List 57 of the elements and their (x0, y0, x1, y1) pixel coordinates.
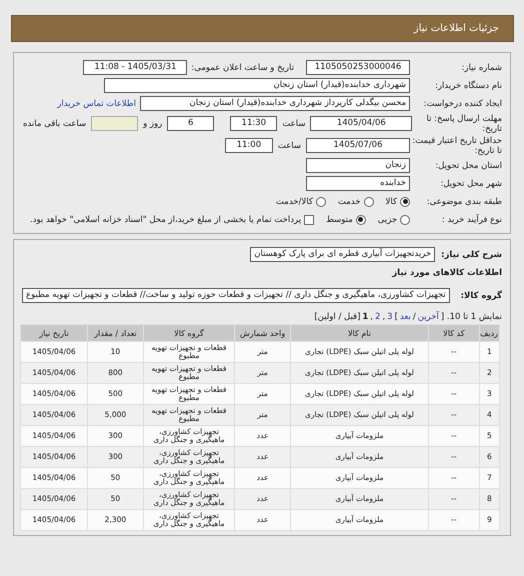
deadline-time-field: 11:30 (230, 116, 278, 131)
process-radio[interactable]: متوسط (326, 214, 366, 224)
field-label: شرح کلی نیاز: (441, 250, 502, 260)
deadline-date-field: 1405/04/06 (310, 116, 412, 131)
column-header: تاریخ نیاز (20, 324, 88, 342)
remaining-label: ساعت باقی مانده (23, 118, 86, 128)
city-field: خدابنده (306, 176, 410, 191)
summary-field: خریدتجهیزات آبیاری قطره ای برای پارک کوهستان (250, 247, 436, 262)
field-label: گروه کالا: (460, 290, 502, 300)
treasury-checkbox[interactable]: پرداخت تمام یا بخشی از مبلغ خرید،از محل "اسناد خزانه اسلامی" خواهد بود. (30, 214, 314, 224)
pager-text: , (382, 312, 386, 322)
process-radio[interactable]: جزیی (378, 214, 410, 224)
field-label: تاریخ و ساعت اعلان عمومی: (191, 62, 294, 72)
section-heading: اطلاعات کالاهای مورد نیاز (392, 268, 502, 278)
pager-text: نمایش 1 تا 10. [ (440, 312, 502, 322)
pager-text: [قبل / اولین] (314, 312, 360, 322)
buyer-field: شهرداری خدابنده(قیدار) استان زنجان (104, 78, 410, 93)
need-number-field: 1105050253000046 (306, 60, 410, 75)
field-label: شماره نیاز: (460, 62, 502, 72)
category-radio[interactable]: کالا (386, 196, 410, 206)
page-link[interactable]: بعد (400, 312, 411, 322)
days-label: روز و (143, 118, 162, 128)
page-link[interactable]: آخرین (418, 312, 439, 322)
field-label: ایجاد کننده درخواست: (422, 98, 502, 108)
category-radio[interactable]: خدمت (338, 196, 374, 206)
goods-group-field: تجهیزات کشاورزی، ماهیگیری و جنگل داری // تجهیزات و قطعات حوزه تولید و ساخت// قطعات و تجهیزات تهویه مطبوع (22, 288, 450, 303)
page-title: جزئیات اطلاعات نیاز (414, 23, 499, 34)
validity-date-field: 1405/07/06 (306, 138, 410, 153)
current-page: 1 (362, 312, 368, 322)
pager-text: ] (394, 312, 398, 322)
field-label: حداقل تاریخ اعتبار قیمت: تا تاریخ: (411, 136, 502, 156)
field-label: طبقه بندی موضوعی: (426, 196, 502, 206)
buyer-contact-link[interactable]: اطلاعات تماس خریدار (57, 98, 136, 108)
field-label: مهلت ارسال پاسخ: تا تاریخ: (426, 114, 502, 134)
column-header: گروه کالا (143, 324, 235, 342)
page-link[interactable]: 2 (375, 312, 380, 322)
page-link[interactable]: 3 (387, 312, 393, 322)
field-label: شهر محل تحویل: (439, 178, 502, 188)
validity-time-field: 11:00 (224, 138, 273, 153)
creator-field: محسن بیگدلی کارپرداز شهرداری خدابنده(قیدار) استان زنجان (140, 96, 410, 111)
time-label: ساعت (282, 118, 306, 128)
days-field: 6 (167, 116, 214, 131)
field-label: نوع فرآیند خرید : (440, 214, 502, 224)
announce-date-field: 1405/03/31 - 11:08 (83, 60, 188, 75)
field-label: استان محل تحویل: (434, 160, 502, 170)
column-header: کد کالا (428, 324, 480, 342)
category-radio[interactable]: کالا/خدمت (276, 196, 326, 206)
column-header: تعداد / مقدار (88, 324, 144, 342)
pager-text: / (412, 312, 416, 322)
column-header: نام کالا (290, 324, 428, 342)
column-header: واحد شمارش (234, 324, 290, 342)
time-label: ساعت (278, 140, 301, 150)
province-field: زنجان (306, 158, 410, 173)
hours-field (91, 116, 138, 131)
field-label: نام دستگاه خریدار: (434, 80, 502, 90)
column-header: ردیف (479, 324, 500, 342)
pager-text: , (370, 312, 374, 322)
